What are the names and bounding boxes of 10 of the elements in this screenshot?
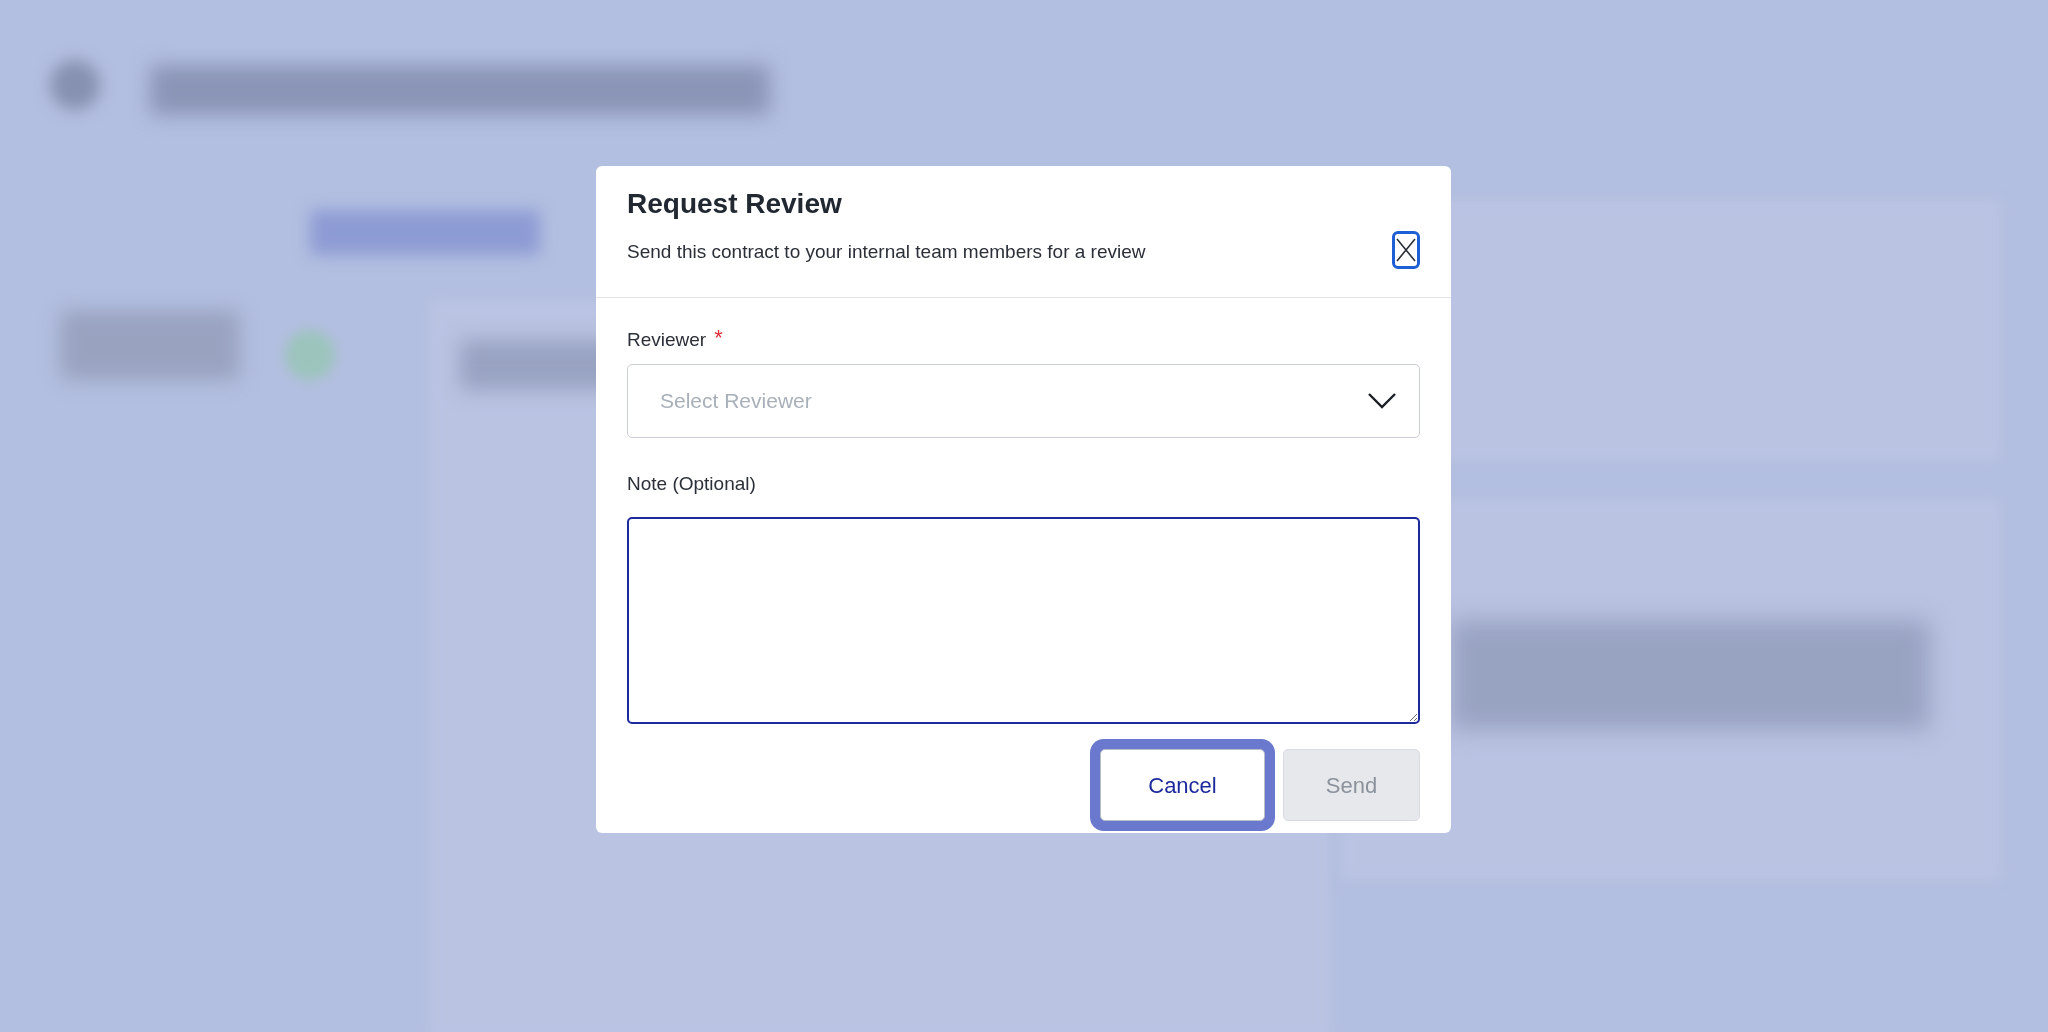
field-label: Reviewer — [627, 328, 707, 352]
close-button[interactable] — [1392, 231, 1420, 269]
required-mark: * — [714, 328, 723, 348]
chevron-down-icon — [1367, 392, 1397, 410]
dialog-title: Request Review — [627, 187, 843, 221]
reviewer-select[interactable]: Select Reviewer — [627, 364, 1420, 438]
field-label: Note (Optional) — [627, 472, 756, 496]
dialog-subtitle: Send this contract to your internal team members for a review — [627, 240, 1146, 264]
close-icon — [1396, 236, 1416, 264]
note-input[interactable] — [627, 517, 1420, 724]
